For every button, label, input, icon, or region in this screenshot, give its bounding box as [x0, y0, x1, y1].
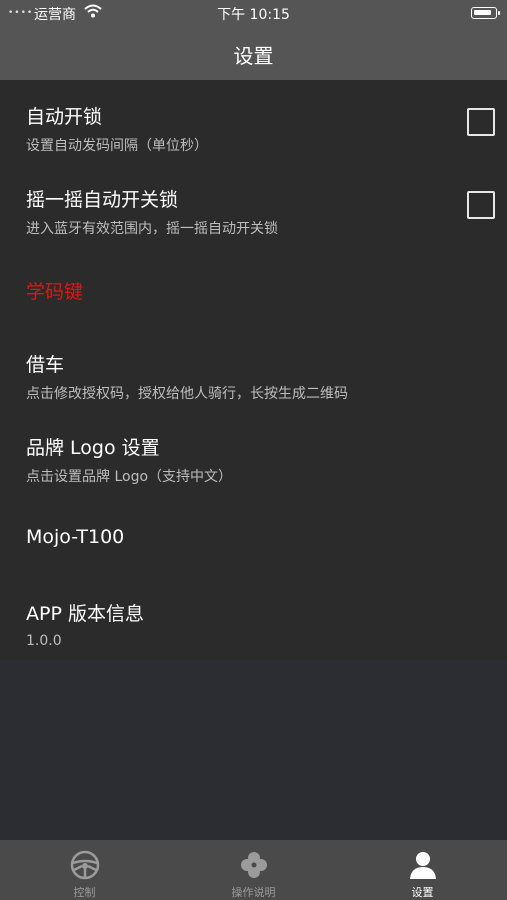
setting-subtitle: 点击修改授权码，授权给他人骑行，长按生成二维码 — [26, 386, 348, 402]
steering-wheel-icon — [70, 850, 99, 880]
tab-settings[interactable]: 设置 — [338, 840, 507, 900]
tab-instructions[interactable]: 操作说明 — [169, 840, 338, 900]
setting-subtitle: 点击设置品牌 Logo（支持中文） — [26, 469, 233, 485]
setting-app-version[interactable]: APP 版本信息 1.0.0 — [0, 578, 507, 660]
app-version-value: 1.0.0 — [26, 633, 62, 649]
clock: 下午 10:15 — [217, 7, 290, 23]
tab-label: 设置 — [411, 886, 434, 899]
setting-title: 借车 — [26, 354, 65, 376]
setting-borrow[interactable]: 借车 点击修改授权码，授权给他人骑行，长按生成二维码 — [0, 326, 507, 410]
learn-code-label: 学码键 — [26, 281, 84, 303]
tab-label: 控制 — [73, 886, 96, 899]
device-name: Mojo-T100 — [26, 526, 125, 548]
setting-learn-code[interactable]: 学码键 — [0, 246, 507, 326]
setting-shake-unlock[interactable]: 摇一摇自动开关锁 进入蓝牙有效范围内，摇一摇自动开关锁 — [0, 162, 507, 246]
shake-unlock-checkbox[interactable] — [467, 191, 495, 219]
setting-device[interactable]: Mojo-T100 — [0, 494, 507, 578]
setting-auto-unlock[interactable]: 自动开锁 设置自动发码间隔（单位秒） — [0, 80, 507, 162]
page-title: 设置 — [233, 44, 274, 68]
tab-bar: 控制 操作说明 设置 — [0, 840, 507, 900]
setting-subtitle: 进入蓝牙有效范围内，摇一摇自动开关锁 — [26, 221, 278, 237]
setting-brand-logo[interactable]: 品牌 Logo 设置 点击设置品牌 Logo（支持中文） — [0, 410, 507, 494]
auto-unlock-checkbox[interactable] — [467, 108, 495, 136]
clover-icon — [240, 852, 267, 878]
tab-label: 操作说明 — [231, 886, 276, 899]
setting-title: 品牌 Logo 设置 — [26, 437, 160, 459]
battery-icon — [471, 7, 500, 19]
tab-control[interactable]: 控制 — [0, 840, 169, 900]
status-bar: •••• 运营商 下午 10:15 — [0, 0, 507, 26]
setting-title: 摇一摇自动开关锁 — [26, 189, 179, 211]
setting-subtitle: 设置自动发码间隔（单位秒） — [26, 138, 208, 154]
header: •••• 运营商 下午 10:15 设置 — [0, 0, 507, 80]
setting-title: 自动开锁 — [26, 106, 103, 128]
settings-list: 自动开锁 设置自动发码间隔（单位秒） 摇一摇自动开关锁 进入蓝牙有效范围内，摇一… — [0, 80, 507, 660]
setting-title: APP 版本信息 — [26, 603, 144, 625]
user-icon — [409, 852, 436, 879]
